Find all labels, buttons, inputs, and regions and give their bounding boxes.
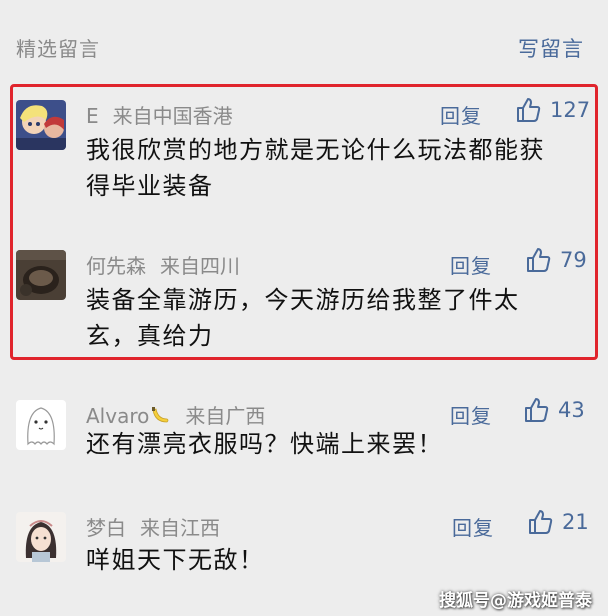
comment-text: 咩姐天下无敌！ bbox=[86, 546, 265, 574]
reply-button[interactable]: 回复 bbox=[450, 400, 492, 429]
ghost-doodle-avatar-icon[interactable] bbox=[16, 400, 66, 450]
thumbs-up-icon bbox=[517, 98, 541, 122]
anime-avatar-icon[interactable] bbox=[16, 100, 66, 150]
username[interactable]: E bbox=[86, 104, 99, 128]
reply-button[interactable]: 回复 bbox=[440, 100, 482, 129]
reply-button[interactable]: 回复 bbox=[450, 250, 492, 279]
like-button[interactable]: 43 bbox=[522, 396, 585, 424]
photo-avatar-icon[interactable] bbox=[16, 250, 66, 300]
comment-text: 我很欣赏的地方就是无论什么玩法都能获得毕业装备 bbox=[86, 136, 545, 200]
username[interactable]: 何先森 bbox=[86, 254, 146, 278]
featured-comments-title: 精选留言 bbox=[16, 37, 100, 61]
username[interactable]: 梦白 bbox=[86, 516, 126, 540]
location-label: 来自中国香港 bbox=[112, 104, 233, 128]
like-button[interactable]: 127 bbox=[514, 96, 590, 124]
sohu-watermark: 搜狐号@游戏姬普泰 bbox=[439, 591, 592, 611]
location-label: 来自江西 bbox=[140, 516, 220, 540]
like-count: 43 bbox=[558, 398, 585, 422]
like-count: 21 bbox=[562, 510, 589, 534]
thumbs-up-icon bbox=[529, 510, 553, 534]
like-count: 127 bbox=[550, 98, 591, 122]
comment-author: 何先森 来自四川 bbox=[86, 250, 240, 279]
write-comment-button[interactable]: 写留言 bbox=[518, 33, 584, 63]
like-button[interactable]: 79 bbox=[524, 246, 587, 274]
comment-author: E 来自中国香港 bbox=[86, 100, 233, 129]
reply-button[interactable]: 回复 bbox=[452, 512, 494, 541]
comment-author: 梦白 来自江西 bbox=[86, 512, 220, 541]
comments-header: 精选留言 写留言 bbox=[0, 0, 608, 80]
comment-text: 还有漂亮衣服吗？快端上来罢！ bbox=[86, 430, 443, 458]
like-count: 79 bbox=[560, 248, 587, 272]
comment-text: 装备全靠游历，今天游历给我整了件太玄，真给力 bbox=[86, 286, 520, 350]
girl-illustration-avatar-icon[interactable] bbox=[16, 512, 66, 562]
like-button[interactable]: 21 bbox=[526, 508, 589, 536]
location-label: 来自四川 bbox=[160, 254, 240, 278]
thumbs-up-icon bbox=[527, 248, 551, 272]
location-label: 来自广西 bbox=[185, 404, 266, 428]
username[interactable]: Alvaro bbox=[86, 404, 149, 428]
thumbs-up-icon bbox=[525, 398, 549, 422]
